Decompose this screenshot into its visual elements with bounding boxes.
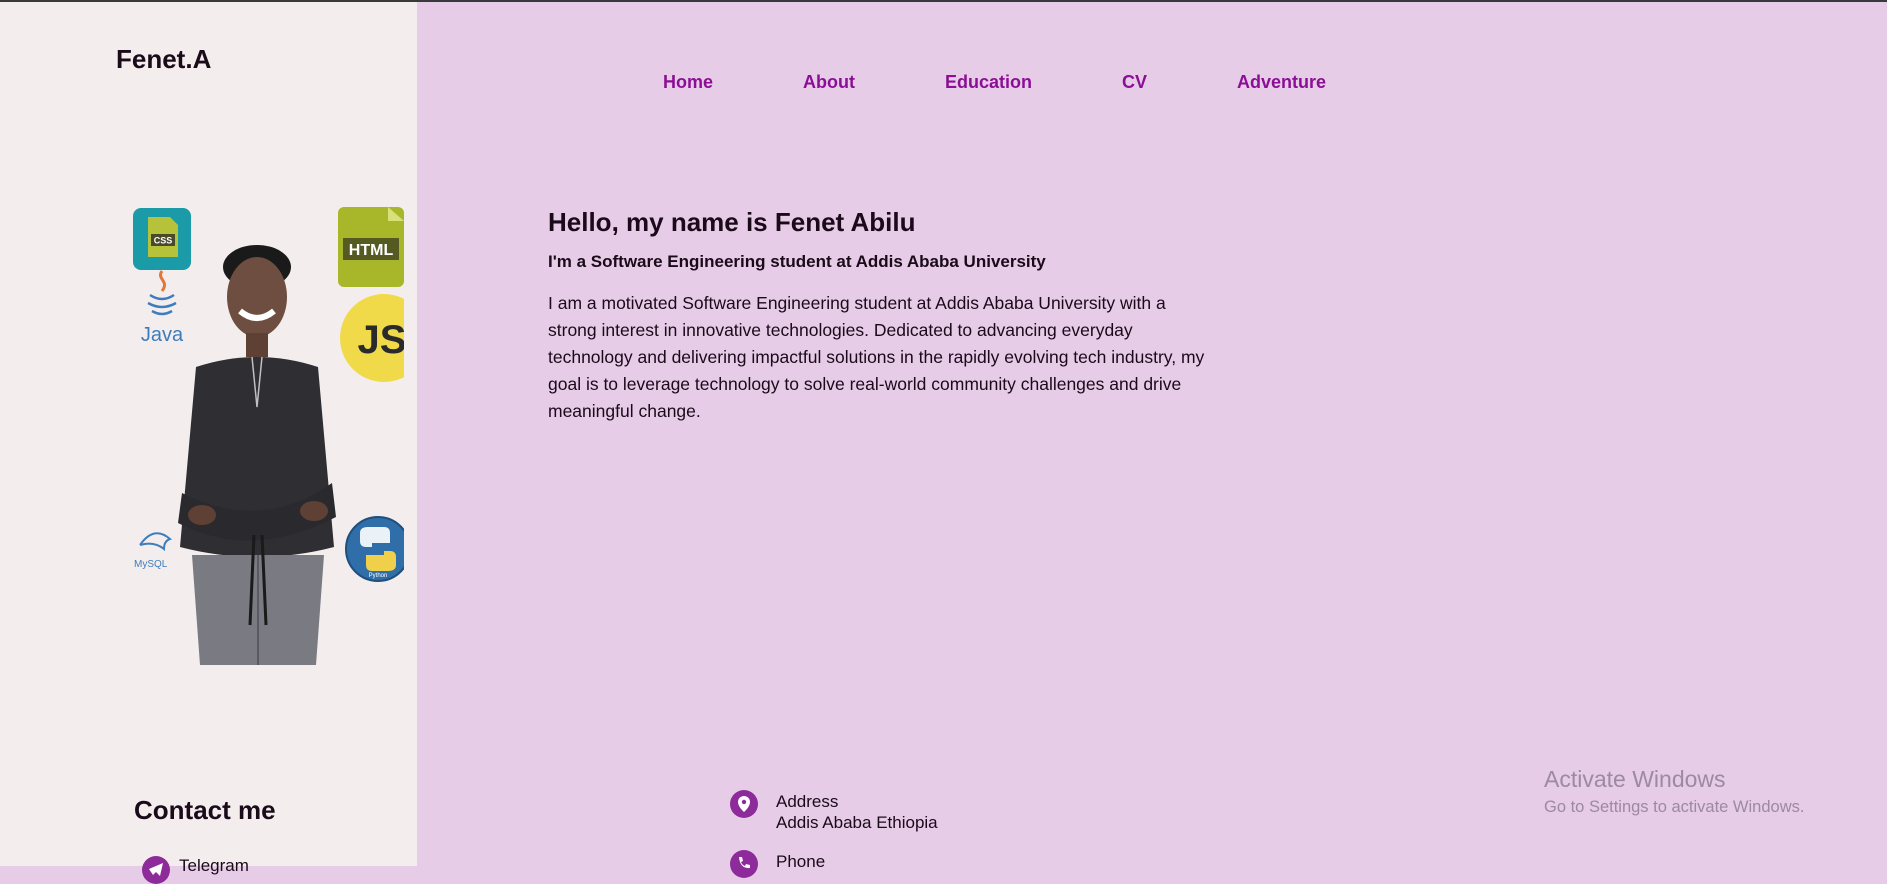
- activation-title: Activate Windows: [1544, 766, 1726, 792]
- telegram-icon[interactable]: [142, 856, 170, 884]
- nav-cv[interactable]: CV: [1122, 72, 1147, 93]
- nav-adventure[interactable]: Adventure: [1237, 72, 1326, 93]
- site-logo[interactable]: Fenet.A: [116, 44, 211, 75]
- nav-about[interactable]: About: [803, 72, 855, 93]
- windows-activation-watermark: Activate Windows Go to Settings to activ…: [1544, 766, 1804, 817]
- python-badge-icon: Python: [345, 516, 404, 582]
- address-label: Address: [776, 792, 839, 811]
- address-value: Addis Ababa Ethiopia: [776, 813, 938, 832]
- hero-bio: I am a motivated Software Engineering st…: [548, 293, 1205, 421]
- main-content: Home About Education CV Adventure: [417, 2, 1887, 866]
- profile-photo: [178, 245, 336, 665]
- js-badge-label: JS: [358, 318, 404, 362]
- telegram-link[interactable]: Telegram: [179, 856, 249, 876]
- hero-greeting: Hello, my name is Fenet Abilu: [548, 207, 916, 237]
- activation-subtitle: Go to Settings to activate Windows.: [1544, 798, 1805, 816]
- profile-collage: CSS Java HTML JS MySQL Python: [132, 207, 404, 665]
- main-nav: Home About Education CV Adventure: [417, 72, 1887, 100]
- mysql-badge-label: MySQL: [134, 559, 168, 570]
- python-badge-label: Python: [369, 573, 388, 579]
- phone-label: Phone: [776, 852, 826, 871]
- nav-home[interactable]: Home: [663, 72, 713, 93]
- contact-title: Contact me: [134, 795, 276, 825]
- hero-subtitle: I'm a Software Engineering student at Ad…: [548, 252, 1046, 271]
- location-pin-icon: [730, 790, 758, 818]
- phone-icon: [730, 850, 758, 878]
- sidebar: Fenet.A CSS Java HTML JS MySQL Python Co…: [0, 2, 417, 884]
- nav-education[interactable]: Education: [945, 72, 1032, 93]
- hero-section: Hello, my name is Fenet Abilu I'm a Soft…: [548, 207, 1208, 425]
- mysql-badge-icon: MySQL: [134, 532, 172, 570]
